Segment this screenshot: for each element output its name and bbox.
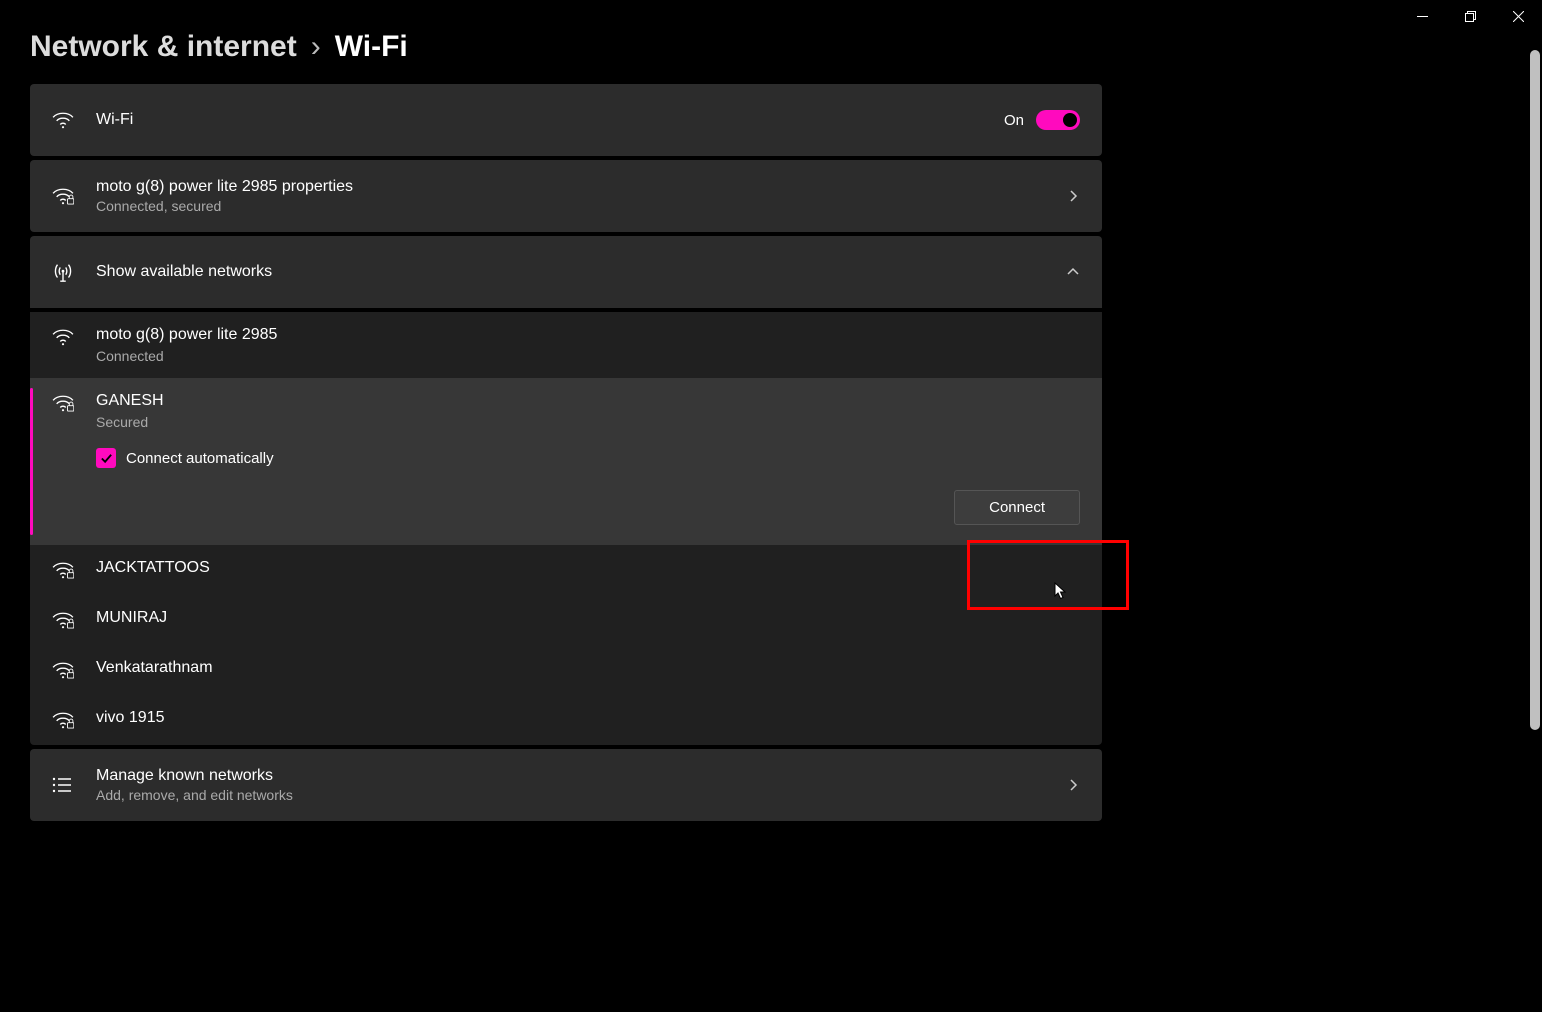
available-networks-list: moto g(8) power lite 2985 Connected GANE…	[30, 312, 1102, 745]
breadcrumb-current: Wi-Fi	[335, 30, 408, 64]
scrollbar-thumb[interactable]	[1530, 50, 1540, 730]
wifi-state-label: On	[1004, 112, 1024, 129]
network-name: moto g(8) power lite 2985	[96, 326, 1080, 344]
chevron-right-icon	[1066, 189, 1080, 203]
network-status: Secured	[96, 414, 1080, 430]
connected-network-title: moto g(8) power lite 2985 properties	[96, 178, 1066, 196]
chevron-right-icon: ›	[311, 30, 321, 64]
manage-networks-title: Manage known networks	[96, 767, 1066, 785]
network-item[interactable]: Venkatarathnam	[30, 645, 1102, 695]
network-status: Connected	[96, 348, 1080, 364]
scrollbar[interactable]	[1528, 50, 1542, 1012]
close-button[interactable]	[1494, 0, 1542, 32]
maximize-button[interactable]	[1446, 0, 1494, 32]
list-icon	[52, 777, 96, 793]
breadcrumb: Network & internet › Wi-Fi	[0, 0, 1542, 84]
wifi-toggle-label: Wi-Fi	[96, 111, 1004, 129]
network-item[interactable]: moto g(8) power lite 2985 Connected	[30, 312, 1102, 378]
network-name: Venkatarathnam	[96, 659, 1080, 677]
network-item-selected[interactable]: GANESH Secured Connect automatically Con…	[30, 378, 1102, 545]
wifi-secured-icon	[52, 559, 96, 579]
wifi-secured-icon	[52, 709, 96, 729]
wifi-toggle-card: Wi-Fi On	[30, 84, 1102, 156]
minimize-button[interactable]	[1398, 0, 1446, 32]
wifi-connected-icon	[52, 187, 96, 205]
wifi-secured-icon	[52, 659, 96, 679]
connected-network-subtitle: Connected, secured	[96, 198, 1066, 214]
manage-known-networks-card[interactable]: Manage known networks Add, remove, and e…	[30, 749, 1102, 821]
wifi-toggle[interactable]	[1036, 110, 1080, 130]
wifi-icon	[52, 111, 96, 129]
wifi-secured-icon	[52, 609, 96, 629]
chevron-up-icon	[1066, 265, 1080, 279]
network-name: GANESH	[96, 392, 1080, 410]
breadcrumb-parent[interactable]: Network & internet	[30, 30, 297, 64]
network-name: MUNIRAJ	[96, 609, 1080, 627]
chevron-right-icon	[1066, 778, 1080, 792]
antenna-icon	[52, 261, 96, 283]
wifi-icon	[52, 326, 96, 346]
network-item[interactable]: JACKTATTOOS	[30, 545, 1102, 595]
network-item[interactable]: vivo 1915	[30, 695, 1102, 745]
window-controls	[1398, 0, 1542, 32]
auto-connect-label: Connect automatically	[126, 450, 274, 467]
show-available-label: Show available networks	[96, 263, 1066, 281]
network-name: vivo 1915	[96, 709, 1080, 727]
connected-network-card[interactable]: moto g(8) power lite 2985 properties Con…	[30, 160, 1102, 232]
manage-networks-subtitle: Add, remove, and edit networks	[96, 787, 1066, 803]
auto-connect-checkbox[interactable]	[96, 448, 116, 468]
connect-button[interactable]: Connect	[954, 490, 1080, 525]
network-item[interactable]: MUNIRAJ	[30, 595, 1102, 645]
show-available-networks-card[interactable]: Show available networks	[30, 236, 1102, 308]
wifi-secured-icon	[52, 392, 96, 412]
network-name: JACKTATTOOS	[96, 559, 1080, 577]
